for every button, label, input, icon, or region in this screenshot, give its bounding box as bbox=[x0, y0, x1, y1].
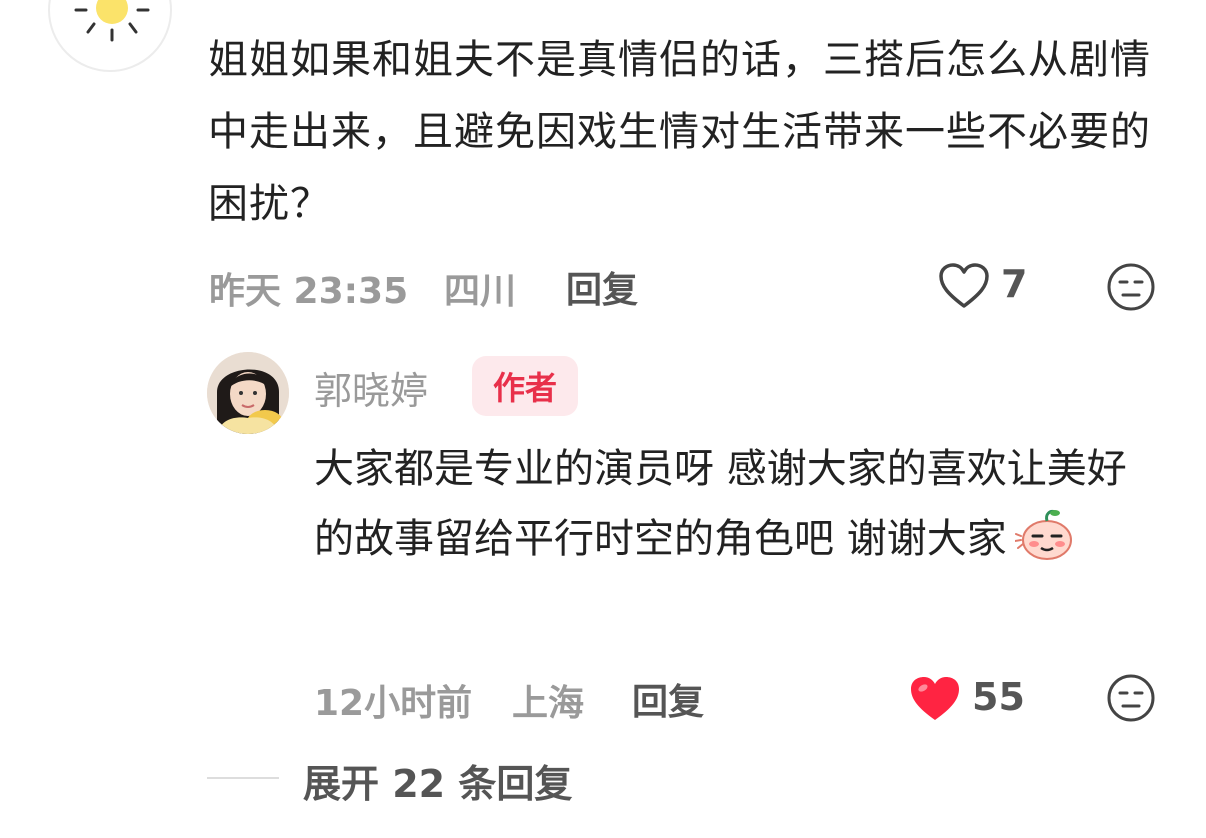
blushing-peach-emoji bbox=[1013, 510, 1072, 560]
heart-outline-icon[interactable] bbox=[938, 262, 990, 310]
expand-divider bbox=[207, 777, 279, 779]
comment-text: 姐姐如果和姐夫不是真情侣的话，三搭后怎么从剧情中走出来，且避免因戏生情对生活带来… bbox=[208, 37, 1151, 227]
reply-location: 上海 bbox=[512, 683, 585, 724]
comment-location: 四川 bbox=[444, 271, 517, 312]
commenter-avatar[interactable] bbox=[48, 0, 172, 72]
reply-time: 12小时前 bbox=[314, 683, 473, 724]
like-count: 7 bbox=[1001, 262, 1028, 306]
reply-to-reply-button[interactable]: 回复 bbox=[632, 673, 704, 725]
expand-replies-button[interactable]: 展开 22 条回复 bbox=[303, 753, 572, 808]
meh-face-icon[interactable] bbox=[1106, 673, 1156, 723]
reply-text-content: 大家都是专业的演员呀 感谢大家的喜欢让美好的故事留给平行时空的角色吧 谢谢大家 bbox=[314, 446, 1127, 562]
author-badge: 作者 bbox=[472, 356, 578, 416]
author-photo bbox=[207, 352, 289, 434]
reply-button[interactable]: 回复 bbox=[566, 261, 638, 313]
reply-like-count: 55 bbox=[972, 675, 1025, 719]
sun-icon bbox=[74, 0, 150, 42]
comment-time: 昨天 23:35 bbox=[209, 271, 409, 312]
heart-filled-icon[interactable] bbox=[908, 674, 962, 724]
meh-face-icon[interactable] bbox=[1106, 262, 1156, 312]
author-avatar[interactable] bbox=[207, 352, 289, 434]
author-name[interactable]: 郭晓婷 bbox=[314, 360, 428, 415]
reply-text: 大家都是专业的演员呀 感谢大家的喜欢让美好的故事留给平行时空的角色吧 谢谢大家 bbox=[314, 434, 1164, 574]
